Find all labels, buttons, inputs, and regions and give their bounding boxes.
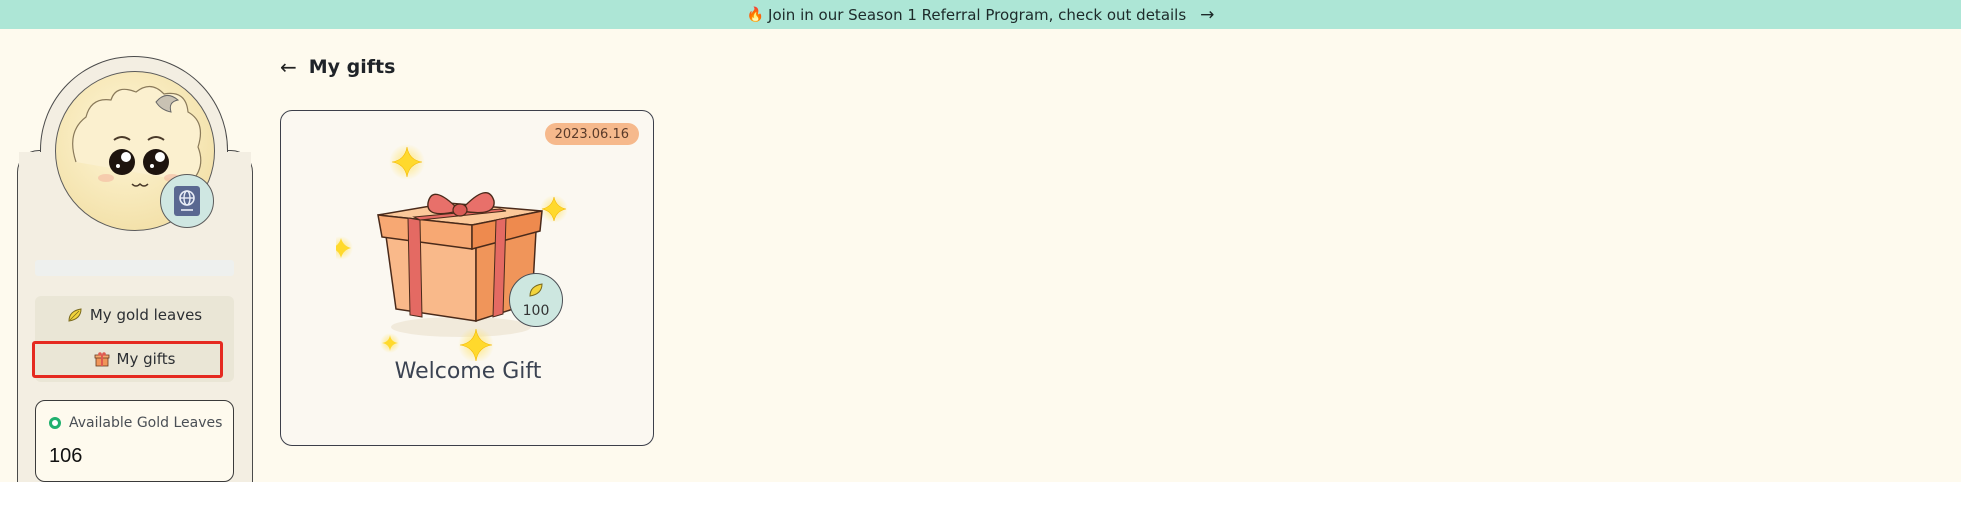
banner-text[interactable]: Join in our Season 1 Referral Program, c…	[768, 6, 1186, 24]
available-label: Available Gold Leaves	[69, 415, 223, 431]
gift-box-illustration	[336, 144, 568, 361]
fire-icon: 🔥	[746, 6, 765, 23]
sidebar-item-gold-leaves[interactable]: My gold leaves	[35, 298, 234, 332]
referral-banner[interactable]: 🔥 Join in our Season 1 Referral Program,…	[0, 0, 1961, 29]
page-title: My gifts	[308, 56, 396, 78]
gift-card[interactable]: 2023.06.16 100 Welcome Gift	[280, 110, 654, 446]
back-button[interactable]: ← My gifts	[280, 55, 395, 79]
gift-name: Welcome Gift	[394, 359, 542, 384]
gold-leaf-icon	[67, 307, 83, 323]
gold-leaf-icon	[528, 282, 544, 302]
arrow-right-icon[interactable]: →	[1200, 5, 1214, 25]
sidebar-item-label: My gold leaves	[89, 306, 203, 324]
arrow-left-icon[interactable]: ←	[280, 55, 297, 79]
passport-globe-icon	[174, 186, 200, 216]
available-gold-leaves-card: Available Gold Leaves 106	[35, 400, 234, 482]
selected-item-highlight	[32, 341, 223, 378]
leaf-value: 100	[522, 302, 550, 319]
leaf-value-badge: 100	[509, 273, 563, 327]
username-placeholder	[35, 260, 234, 276]
page-bottom	[0, 482, 1961, 508]
available-value: 106	[49, 445, 83, 467]
passport-badge[interactable]	[160, 174, 214, 228]
status-dot-icon	[49, 417, 61, 429]
